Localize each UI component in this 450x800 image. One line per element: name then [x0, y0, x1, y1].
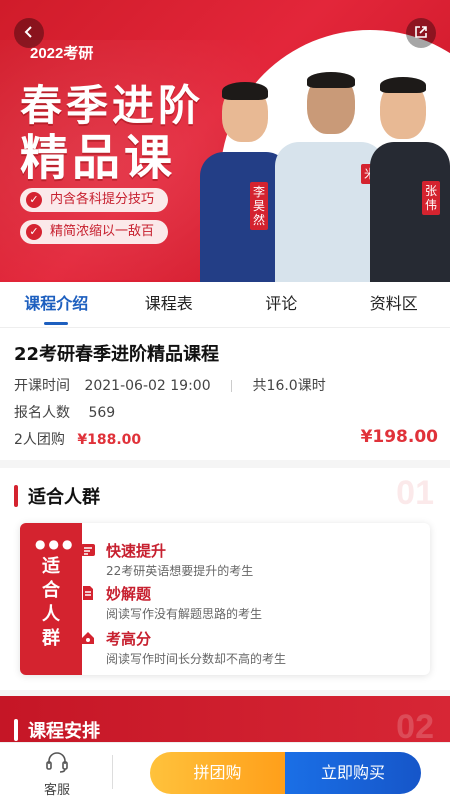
course-banner: 李昊然 米 张伟 2022考研 春季进阶 精品课 ✓ 内含各科提分技巧 ✓ 精简… — [0, 0, 450, 282]
start-time-value: 2021-06-02 19:00 — [84, 378, 211, 394]
audience-item-desc: 22考研英语想要提升的考生 — [106, 564, 254, 578]
audience-heading: 适合人群 — [14, 483, 100, 509]
course-hours: 共16.0课时 — [252, 378, 326, 394]
group-buy-button[interactable]: 拼团购 — [150, 752, 285, 794]
bar-separator — [112, 755, 113, 789]
audience-item-desc: 阅读写作没有解题思路的考生 — [106, 607, 263, 621]
bottom-action-bar: 客服 拼团购 立即购买 — [0, 742, 450, 800]
feature-label-1: 内含各科提分技巧 — [50, 192, 155, 207]
headset-icon — [45, 752, 69, 777]
feature-label-2: 精简浓缩以一敌百 — [50, 224, 155, 239]
enrolled-label: 报名人数 — [14, 405, 70, 421]
info-separator — [231, 380, 233, 392]
audience-side-label: 适合人群 — [42, 556, 60, 649]
teacher-left-name: 李昊然 — [250, 182, 268, 230]
teacher-center-hair — [307, 72, 355, 88]
check-icon: ✓ — [26, 224, 42, 240]
feature-pill-2: ✓ 精简浓缩以一敌百 — [20, 220, 169, 244]
teacher-left-hair — [222, 82, 268, 100]
start-time-row: 开课时间 2021-06-02 19:00 共16.0课时 — [14, 375, 326, 395]
teacher-right-hair — [380, 77, 426, 93]
start-time-label: 开课时间 — [14, 378, 70, 394]
check-icon: ✓ — [26, 192, 42, 208]
audience-item-title: 快速提升 — [106, 542, 167, 560]
enrolled-row: 报名人数 569 — [14, 402, 115, 422]
pen-icon — [80, 630, 96, 646]
course-title: 22考研春季进阶精品课程 — [14, 344, 220, 365]
teacher-center: 米 — [275, 72, 385, 282]
schedule-heading: 课程安排 — [14, 717, 100, 743]
feature-pill-1: ✓ 内含各科提分技巧 — [20, 188, 169, 212]
audience-number: 01 — [396, 474, 434, 512]
buy-now-button[interactable]: 立即购买 — [285, 752, 421, 794]
tab-materials[interactable]: 资料区 — [338, 282, 450, 327]
doc-icon — [80, 585, 96, 601]
audience-item-title: 妙解题 — [106, 585, 152, 603]
tab-intro[interactable]: 课程介绍 — [0, 282, 113, 327]
teacher-center-body — [275, 142, 385, 282]
teacher-right: 张伟 — [370, 77, 450, 282]
share-icon — [414, 24, 428, 43]
section-divider — [0, 460, 450, 468]
customer-service-label: 客服 — [43, 783, 70, 798]
group-row: 2人团购 ¥188.00 — [14, 429, 141, 449]
back-icon — [22, 24, 36, 43]
year-tag: 2022考研 — [30, 45, 94, 62]
tab-comments[interactable]: 评论 — [225, 282, 338, 327]
boost-icon — [80, 542, 96, 558]
audience-item-desc: 阅读写作时间长分数却不高的考生 — [106, 652, 287, 666]
banner-title-line2: 精品课 — [20, 130, 177, 186]
customer-service-button[interactable]: 客服 — [30, 751, 84, 798]
dots-decoration: ●●● — [35, 537, 76, 551]
group-price: ¥188.00 — [77, 432, 142, 448]
audience-item-title: 考高分 — [106, 630, 152, 648]
share-button[interactable] — [406, 18, 436, 48]
tab-bar: 课程介绍 课程表 评论 资料区 — [0, 282, 450, 328]
course-price: ¥198.00 — [360, 427, 438, 447]
teacher-right-name: 张伟 — [422, 181, 440, 215]
group-label: 2人团购 — [14, 432, 65, 448]
audience-side-panel: ●●● 适合人群 — [20, 523, 82, 675]
tab-schedule[interactable]: 课程表 — [113, 282, 226, 327]
enrolled-count: 569 — [88, 405, 116, 421]
